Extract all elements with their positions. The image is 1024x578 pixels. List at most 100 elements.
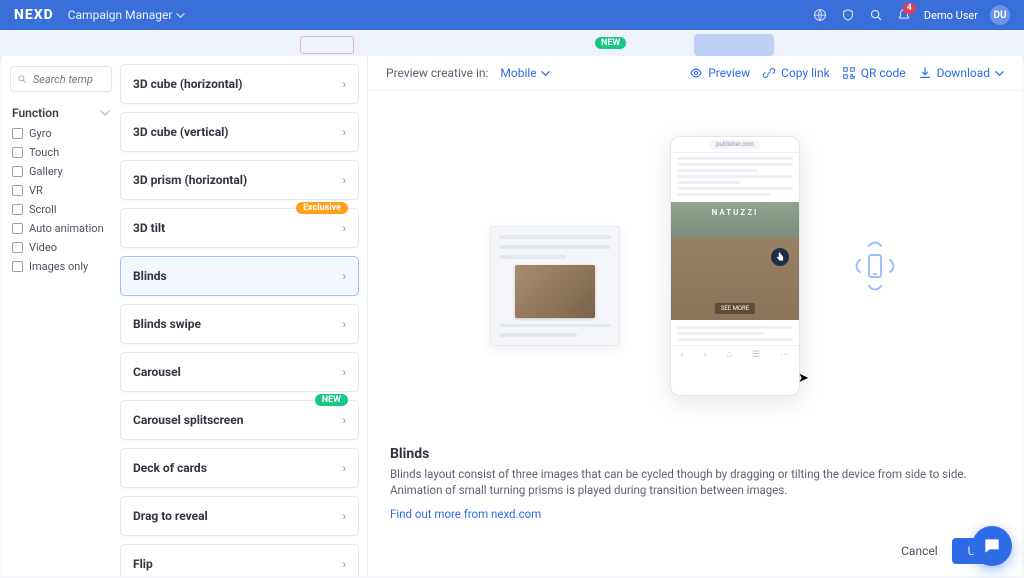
preview-mode-select[interactable]: Mobile — [500, 66, 549, 80]
globe-icon[interactable] — [812, 7, 828, 23]
template-card-label: Blinds swipe — [133, 317, 201, 331]
template-badge: Exclusive — [296, 202, 348, 214]
filter-group-title: Function — [12, 106, 59, 120]
filter-checkbox[interactable]: Scroll — [10, 202, 112, 217]
chevron-right-icon: › — [342, 413, 346, 427]
ad-brand: NATUZZI — [671, 208, 799, 217]
chevron-right-icon: › — [342, 77, 346, 91]
chevron-right-icon: › — [342, 509, 346, 523]
template-card[interactable]: Flip› — [120, 544, 359, 576]
filter-checkbox[interactable]: Gallery — [10, 164, 112, 179]
template-card-label: Deck of cards — [133, 461, 207, 475]
template-card[interactable]: 3D tilt›Exclusive — [120, 208, 359, 248]
device-rotate-widget[interactable] — [850, 236, 900, 296]
template-card-label: 3D cube (vertical) — [133, 125, 229, 139]
qr-code-button[interactable]: QR code — [842, 66, 906, 80]
notification-badge: 4 — [903, 3, 916, 14]
filter-label: Video — [29, 241, 57, 254]
link-icon — [762, 66, 776, 80]
search-input-wrap[interactable] — [10, 66, 112, 92]
chevron-down-icon — [176, 11, 185, 20]
rotate-arc-left-icon — [850, 257, 862, 275]
filter-label: Auto animation — [29, 222, 104, 235]
shield-icon[interactable] — [840, 7, 856, 23]
rotate-arc-top-icon — [866, 236, 884, 248]
template-card[interactable]: 3D cube (horizontal)› — [120, 64, 359, 104]
template-description: Blinds Blinds layout consist of three im… — [368, 442, 1022, 530]
template-body: Blinds layout consist of three images th… — [390, 466, 1000, 499]
template-card[interactable]: Carousel › — [120, 352, 359, 392]
template-title: Blinds — [390, 446, 1000, 462]
template-card-label: Carousel — [133, 365, 181, 379]
search-icon — [17, 73, 27, 85]
preview-toolbar: Preview creative in: Mobile Preview Copy… — [368, 56, 1022, 91]
download-icon — [918, 66, 932, 80]
copy-link-label: Copy link — [781, 66, 830, 80]
qr-code-label: QR code — [861, 66, 906, 80]
top-nav: NEXD Campaign Manager 4 Demo User DU — [0, 0, 1024, 30]
template-card[interactable]: Carousel splitscreen›NEW — [120, 400, 359, 440]
secondary-action-ghost — [300, 36, 354, 54]
learn-more-link[interactable]: Find out more from nexd.com — [390, 507, 541, 521]
cancel-button[interactable]: Cancel — [901, 544, 938, 558]
preview-pane: Preview creative in: Mobile Preview Copy… — [368, 56, 1022, 576]
chevron-down-icon — [541, 69, 550, 78]
mobile-nav-icons: ‹›⌂☰⋯ — [671, 345, 799, 363]
chevron-right-icon: › — [342, 173, 346, 187]
chevron-right-icon: › — [342, 365, 346, 379]
chevron-down-icon — [995, 69, 1004, 78]
chevron-down-icon — [100, 108, 110, 118]
preview-button-label: Preview — [708, 66, 750, 80]
checkbox-box — [12, 128, 23, 139]
section-switcher[interactable]: Campaign Manager — [68, 8, 186, 22]
filter-checkbox[interactable]: Gyro — [10, 126, 112, 141]
desktop-preview-thumb — [490, 226, 620, 346]
chevron-right-icon: › — [342, 221, 346, 235]
template-picker-modal: Function Gyro Touch Gallery VR Scroll Auto an… — [2, 56, 1022, 576]
notifications-icon[interactable]: 4 — [896, 7, 912, 23]
preview-mode-value: Mobile — [500, 66, 536, 80]
template-card[interactable]: Drag to reveal› — [120, 496, 359, 536]
template-card-label: 3D prism (horizontal) — [133, 173, 247, 187]
eye-icon — [689, 66, 703, 80]
download-button[interactable]: Download — [918, 66, 1004, 80]
filter-checkbox[interactable]: VR — [10, 183, 112, 198]
ad-cta: SEE MORE — [715, 303, 755, 314]
filter-label: VR — [29, 184, 43, 197]
user-name[interactable]: Demo User — [924, 9, 978, 22]
filter-label: Scroll — [29, 203, 57, 216]
primary-action-ghost — [694, 34, 774, 56]
section-title-label: Campaign Manager — [68, 8, 173, 22]
template-card-label: 3D tilt — [133, 221, 165, 235]
tap-gesture-icon — [771, 248, 789, 266]
checkbox-box — [12, 204, 23, 215]
filter-checkbox[interactable]: Auto animation — [10, 221, 112, 236]
search-input[interactable] — [33, 73, 105, 86]
filter-label: Gallery — [29, 165, 63, 178]
template-card[interactable]: Blinds› — [120, 256, 359, 296]
new-pill: NEW — [595, 37, 626, 49]
filter-group-toggle[interactable]: Function — [12, 106, 110, 120]
device-outline-icon — [868, 254, 882, 278]
filter-checkbox[interactable]: Video — [10, 240, 112, 255]
preview-button[interactable]: Preview — [689, 66, 750, 80]
filter-checkbox[interactable]: Images only — [10, 259, 112, 274]
filter-checkbox[interactable]: Touch — [10, 145, 112, 160]
brand-logo: NEXD — [14, 7, 54, 23]
qr-icon — [842, 66, 856, 80]
template-card[interactable]: 3D prism (horizontal) › — [120, 160, 359, 200]
template-card[interactable]: Deck of cards › — [120, 448, 359, 488]
chevron-right-icon: › — [342, 461, 346, 475]
rotate-arc-right-icon — [888, 257, 900, 275]
checkbox-box — [12, 147, 23, 158]
copy-link-button[interactable]: Copy link — [762, 66, 830, 80]
chat-fab[interactable] — [972, 526, 1012, 566]
filter-sidebar: Function Gyro Touch Gallery VR Scroll Auto an… — [2, 56, 120, 576]
template-card[interactable]: 3D cube (vertical) › — [120, 112, 359, 152]
preview-canvas: publisher.com NATUZZI SEE MORE ‹›⌂☰⋯ — [368, 91, 1022, 442]
avatar[interactable]: DU — [990, 5, 1010, 25]
search-icon[interactable] — [868, 7, 884, 23]
template-card-label: Flip — [133, 557, 153, 571]
template-card[interactable]: Blinds swipe› — [120, 304, 359, 344]
chevron-right-icon: › — [342, 125, 346, 139]
